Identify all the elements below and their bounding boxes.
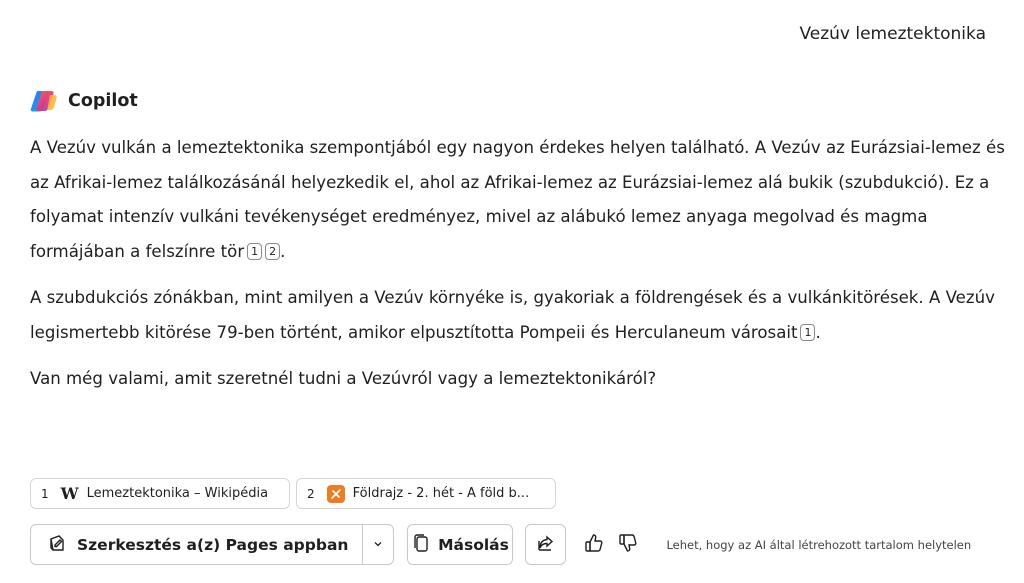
citation-badge-2[interactable]: 2	[265, 242, 281, 260]
thumbs-up-icon	[583, 532, 605, 558]
share-icon	[536, 533, 556, 557]
citation-badge-1[interactable]: 1	[800, 323, 816, 341]
edit-in-pages-label: Szerkesztés a(z) Pages appban	[77, 535, 349, 554]
answer-paragraph-2: A szubdukciós zónákban, mint amilyen a V…	[30, 281, 1006, 350]
action-bar: Szerkesztés a(z) Pages appban Másolás Le…	[30, 524, 971, 565]
pages-icon	[47, 533, 67, 557]
copilot-name: Copilot	[68, 91, 138, 111]
thumbs-down-icon	[617, 532, 639, 558]
answer-paragraph-1: A Vezúv vulkán a lemeztektonika szempont…	[30, 131, 1006, 269]
edit-options-dropdown[interactable]	[363, 525, 393, 564]
answer-paragraph-3: Van még valami, amit szeretnél tudni a V…	[30, 362, 1006, 397]
share-button[interactable]	[525, 524, 567, 565]
copilot-logo-icon	[30, 89, 58, 113]
wikipedia-icon: W	[60, 484, 79, 503]
copy-icon	[412, 533, 430, 557]
copy-button[interactable]: Másolás	[407, 524, 514, 565]
source-chip-wikipedia[interactable]: 1 W Lemeztektonika – Wikipédia	[30, 478, 290, 509]
paragraph-end: .	[280, 241, 286, 261]
user-message: Vezúv lemeztektonika	[799, 24, 986, 44]
source-chip-foldrajz[interactable]: 2 Földrajz - 2. hét - A föld b...	[296, 478, 556, 509]
paragraph-text: Van még valami, amit szeretnél tudni a V…	[30, 369, 657, 388]
copilot-answer: A Vezúv vulkán a lemeztektonika szempont…	[30, 131, 1006, 409]
copilot-header: Copilot	[30, 89, 138, 113]
source-label: Földrajz - 2. hét - A föld b...	[352, 486, 530, 501]
ai-disclaimer: Lehet, hogy az AI által létrehozott tart…	[666, 537, 972, 552]
edit-in-pages-button[interactable]: Szerkesztés a(z) Pages appban	[31, 525, 364, 564]
source-label: Lemeztektonika – Wikipédia	[86, 486, 269, 501]
source-list: 1 W Lemeztektonika – Wikipédia 2 Földraj…	[30, 478, 556, 509]
paragraph-end: .	[815, 322, 821, 342]
edit-in-pages-split-button: Szerkesztés a(z) Pages appban	[30, 524, 395, 565]
source-number: 1	[41, 486, 49, 501]
source-number: 2	[307, 486, 315, 501]
site-favicon-icon	[326, 484, 345, 503]
chevron-down-icon	[372, 535, 384, 554]
thumbs-down-button[interactable]	[616, 533, 640, 557]
paragraph-text: A Vezúv vulkán a lemeztektonika szempont…	[30, 138, 1005, 261]
paragraph-text: A szubdukciós zónákban, mint amilyen a V…	[30, 288, 995, 342]
citation-badge-1[interactable]: 1	[247, 242, 263, 260]
thumbs-up-button[interactable]	[582, 533, 606, 557]
copy-label: Másolás	[438, 535, 509, 554]
